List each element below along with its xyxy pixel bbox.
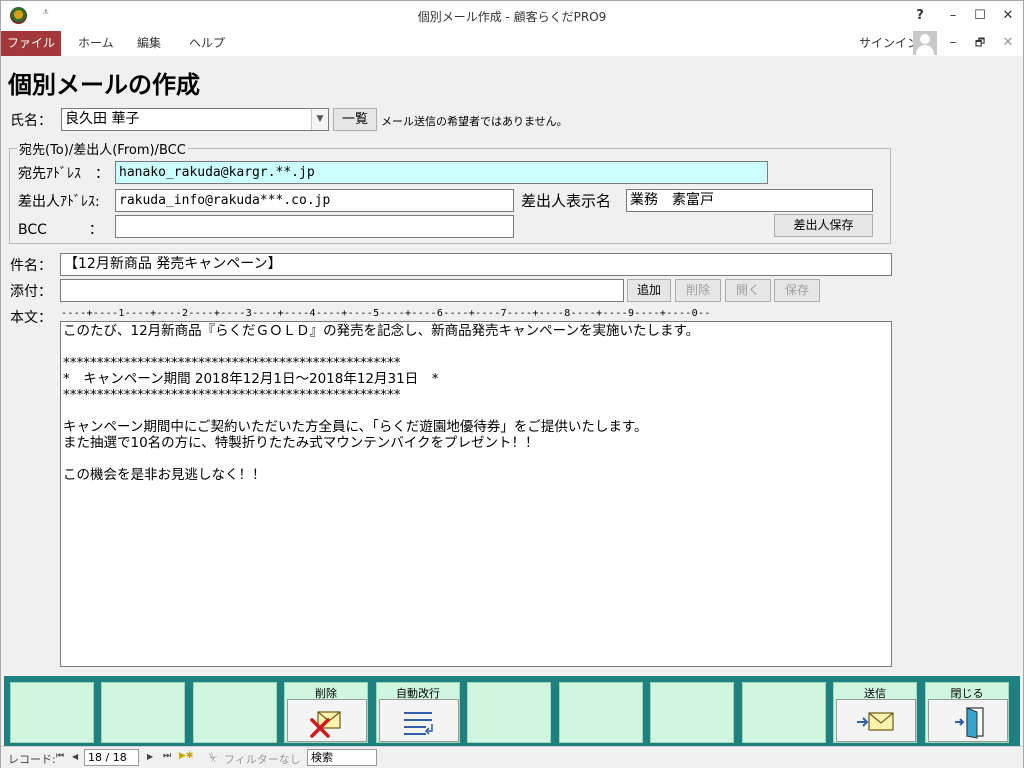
file-tab[interactable]: ファイル <box>1 31 61 56</box>
from-address-field[interactable]: rakuda_info@rakuda***.co.jp <box>115 189 514 212</box>
page-title: 個別メールの作成 <box>8 71 200 99</box>
record-number-field[interactable]: 18 / 18 <box>84 749 139 766</box>
edit-tab[interactable]: 編集 <box>137 31 161 56</box>
empty-tile <box>193 682 277 743</box>
add-attachment-button[interactable]: 追加 <box>627 279 671 302</box>
body-line <box>63 339 889 355</box>
chevron-down-icon[interactable]: ▼ <box>311 109 328 130</box>
body-label: 本文： <box>10 310 52 326</box>
minimize-button[interactable]: – <box>942 5 964 27</box>
search-field[interactable]: 検索 <box>307 749 377 766</box>
sender-name-label: 差出人表示名 <box>521 192 612 210</box>
empty-tile <box>559 682 643 743</box>
from-label: 差出人ｱﾄﾞﾚｽ: <box>18 194 100 210</box>
body-line: * キャンペーン期間 2018年12月1日～2018年12月31日 * <box>63 371 439 387</box>
body-line: この機会を是非お見逃しなく！！ <box>63 467 266 483</box>
doc-restore-button[interactable]: 🗗 <box>969 32 991 54</box>
send-button[interactable] <box>836 699 916 742</box>
notice-text: メール送信の希望者ではありません。 <box>381 115 568 128</box>
bcc-label: BCC ： <box>18 222 103 238</box>
delete-mail-button[interactable] <box>287 699 367 742</box>
body-line: このたび、12月新商品『らくだＧＯＬＤ』の発売を記念し、新商品発売キャンペーンを… <box>63 323 700 339</box>
help-button[interactable]: ? <box>909 5 931 27</box>
to-label: 宛先ｱﾄﾞﾚｽ ： <box>18 166 109 182</box>
next-record-icon[interactable]: ▶ <box>147 752 153 761</box>
address-group-title: 宛先(To)/差出人(From)/BCC <box>17 139 188 158</box>
new-record-icon[interactable]: ▶✱ <box>179 751 193 761</box>
avatar-icon[interactable] <box>913 31 937 55</box>
line-wrap-icon <box>404 712 433 735</box>
footer-button-band: 削除 自動改行 送信 閉じる <box>4 676 1020 747</box>
doc-close-button[interactable]: ✕ <box>997 32 1019 54</box>
close-tile: 閉じる <box>925 682 1009 743</box>
filter-icon: ⏧ <box>209 751 218 764</box>
delete-mail-icon <box>310 711 341 738</box>
prev-record-icon[interactable]: ◀ <box>72 752 78 761</box>
body-line: キャンペーン期間中にご契約いただいた方全員に、「らくだ遊園地優待券」をご提供いた… <box>63 419 648 435</box>
title-bar: ⩡ 個別メール作成 - 顧客らくだPRO9 ? – ☐ ✕ <box>1 1 1023 31</box>
body-textarea[interactable]: このたび、12月新商品『らくだＧＯＬＤ』の発売を記念し、新商品発売キャンペーンを… <box>60 321 892 667</box>
subject-field[interactable]: 【12月新商品 発売キャンペーン】 <box>60 253 892 276</box>
app-window: ⩡ 個別メール作成 - 顧客らくだPRO9 ? – ☐ ✕ ファイル ホーム 編… <box>0 0 1024 768</box>
empty-tile <box>101 682 185 743</box>
autowrap-button[interactable] <box>379 699 459 742</box>
body-line <box>63 403 889 419</box>
attachment-field[interactable] <box>60 279 624 302</box>
name-value: 良久田 華子 <box>65 111 140 127</box>
last-record-icon[interactable]: ⏭ <box>163 751 171 761</box>
bcc-field[interactable] <box>115 215 514 238</box>
body-line: また抽選で10名の方に、特製折りたたみ式マウンテンバイクをプレゼント！！ <box>63 435 539 451</box>
help-tab[interactable]: ヘルプ <box>189 31 225 56</box>
body-line: ****************************************… <box>63 387 401 403</box>
to-address-field[interactable]: hanako_rakuda@kargr.**.jp <box>115 161 768 184</box>
body-line <box>63 451 889 467</box>
close-window-button[interactable]: ✕ <box>997 5 1019 27</box>
delete-attachment-button[interactable]: 削除 <box>675 279 721 302</box>
send-tile: 送信 <box>833 682 917 743</box>
empty-tile <box>742 682 826 743</box>
name-combobox[interactable]: 良久田 華子 ▼ <box>61 108 329 131</box>
mail-form: 個別メールの作成 氏名： 良久田 華子 ▼ 一覧 メール送信の希望者ではありませ… <box>1 56 1023 747</box>
empty-tile <box>650 682 734 743</box>
body-line: ****************************************… <box>63 355 401 371</box>
delete-tile: 削除 <box>284 682 368 743</box>
home-tab[interactable]: ホーム <box>78 31 114 56</box>
name-label: 氏名： <box>10 113 52 129</box>
empty-tile <box>467 682 551 743</box>
save-attachment-button[interactable]: 保存 <box>774 279 820 302</box>
first-record-icon[interactable]: ⏮ <box>56 751 64 761</box>
ribbon-menu: ファイル ホーム 編集 ヘルプ サインイン – 🗗 ✕ <box>1 31 1023 56</box>
empty-tile <box>10 682 94 743</box>
autowrap-tile: 自動改行 <box>376 682 460 743</box>
status-bar: レコード: ⏮ ◀ 18 / 18 ▶ ⏭ ▶✱ ⏧ フィルターなし 検索 <box>1 746 1023 768</box>
close-form-button[interactable] <box>928 699 1008 742</box>
open-attachment-button[interactable]: 開く <box>725 279 771 302</box>
record-label: レコード: <box>8 753 56 766</box>
maximize-button[interactable]: ☐ <box>969 5 991 27</box>
sender-name-field[interactable]: 業務 素富戸 <box>626 189 873 212</box>
save-sender-button[interactable]: 差出人保存 <box>774 214 873 237</box>
column-ruler: ----+----1----+----2----+----3----+----4… <box>61 308 711 319</box>
exit-door-icon <box>955 707 984 739</box>
signin-link[interactable]: サインイン <box>859 31 919 56</box>
send-mail-icon <box>857 712 894 731</box>
list-button[interactable]: 一覧 <box>333 108 377 131</box>
doc-minimize-button[interactable]: – <box>942 32 964 54</box>
attach-label: 添付： <box>10 284 52 300</box>
subject-label: 件名： <box>10 258 52 274</box>
filter-status[interactable]: フィルターなし <box>224 751 301 767</box>
window-title: 個別メール作成 - 顧客らくだPRO9 <box>417 10 607 24</box>
